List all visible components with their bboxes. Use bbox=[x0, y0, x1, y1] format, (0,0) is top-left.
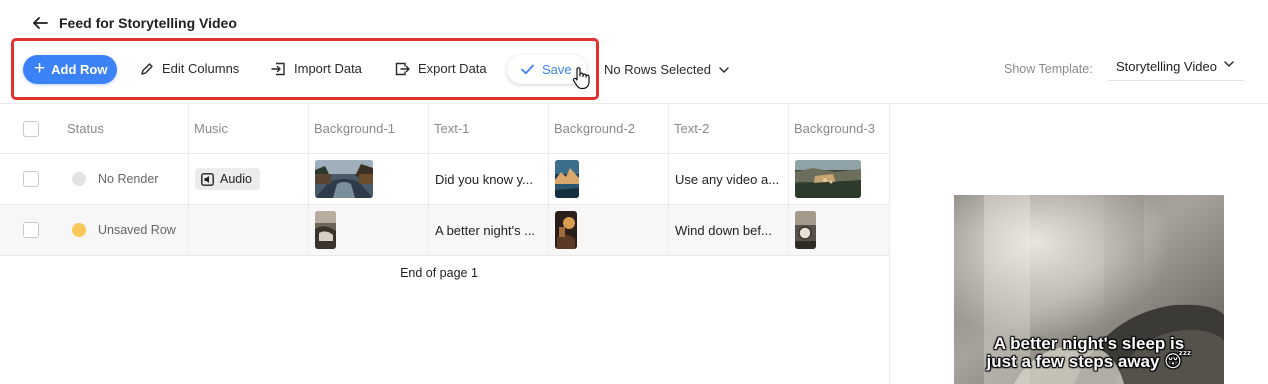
page-title: Feed for Storytelling Video bbox=[59, 15, 237, 31]
background-thumbnail bbox=[555, 211, 577, 249]
template-select[interactable]: Storytelling Video bbox=[1108, 53, 1244, 81]
row-select-cell bbox=[0, 205, 62, 255]
select-all-checkbox[interactable] bbox=[23, 120, 39, 137]
background-1-cell[interactable] bbox=[308, 205, 428, 255]
audio-chip[interactable]: Audio bbox=[195, 168, 260, 190]
text-2-cell[interactable]: Use any video a... bbox=[668, 154, 788, 204]
import-data-label: Import Data bbox=[294, 61, 362, 76]
rows-selected-label: No Rows Selected bbox=[604, 62, 711, 77]
preview-caption-line1: A better night's sleep is bbox=[993, 334, 1185, 353]
add-row-label: Add Row bbox=[51, 62, 108, 77]
edit-columns-label: Edit Columns bbox=[162, 61, 240, 76]
hand-cursor-icon bbox=[572, 67, 590, 90]
edit-columns-button[interactable]: Edit Columns bbox=[140, 61, 239, 76]
column-header-status[interactable]: Status bbox=[62, 104, 188, 154]
text-1-cell[interactable]: A better night's ... bbox=[428, 205, 548, 255]
rows-selected-dropdown[interactable]: No Rows Selected bbox=[604, 62, 729, 77]
audio-label: Audio bbox=[220, 172, 252, 186]
background-thumbnail bbox=[795, 160, 861, 198]
status-cell: No Render bbox=[62, 154, 188, 204]
background-3-cell[interactable] bbox=[788, 205, 890, 255]
row-select-cell bbox=[0, 154, 62, 204]
show-template-label: Show Template: bbox=[1004, 62, 1093, 76]
data-grid: Status Music Background-1 Text-1 Backgro… bbox=[0, 104, 890, 384]
background-thumbnail bbox=[315, 160, 373, 198]
table-row[interactable]: Unsaved Row A better night's ... Wind do… bbox=[0, 205, 890, 256]
background-1-cell[interactable] bbox=[308, 154, 428, 204]
column-header-music[interactable]: Music bbox=[188, 104, 308, 154]
status-cell: Unsaved Row bbox=[62, 205, 188, 255]
text-1-cell[interactable]: Did you know y... bbox=[428, 154, 548, 204]
page-header: Feed for Storytelling Video bbox=[0, 0, 1268, 46]
row-checkbox[interactable] bbox=[23, 171, 39, 187]
status-text: No Render bbox=[98, 172, 159, 186]
background-2-cell[interactable] bbox=[548, 205, 668, 255]
column-header-text-1[interactable]: Text-1 bbox=[428, 104, 548, 154]
music-cell[interactable] bbox=[188, 205, 308, 255]
column-header-background-3[interactable]: Background-3 bbox=[788, 104, 890, 154]
column-header-background-2[interactable]: Background-2 bbox=[548, 104, 668, 154]
export-icon bbox=[395, 62, 410, 75]
status-dot bbox=[72, 223, 86, 237]
save-label: Save bbox=[542, 62, 572, 77]
pencil-icon bbox=[141, 62, 153, 75]
back-arrow-icon[interactable] bbox=[31, 14, 49, 32]
check-icon bbox=[521, 64, 534, 75]
background-2-cell[interactable] bbox=[548, 154, 668, 204]
export-data-label: Export Data bbox=[418, 61, 487, 76]
preview-caption-line2: just a few steps away 😴 bbox=[986, 352, 1192, 371]
plus-icon: + bbox=[34, 58, 46, 79]
preview-caption: A better night's sleep is just a few ste… bbox=[954, 335, 1224, 371]
export-data-button[interactable]: Export Data bbox=[395, 61, 487, 76]
background-thumbnail bbox=[795, 211, 816, 249]
column-header-text-2[interactable]: Text-2 bbox=[668, 104, 788, 154]
status-dot bbox=[72, 172, 86, 186]
text-2-cell[interactable]: Wind down bef... bbox=[668, 205, 788, 255]
chevron-down-icon bbox=[1224, 61, 1234, 67]
audio-icon bbox=[201, 172, 214, 186]
background-3-cell[interactable] bbox=[788, 154, 890, 204]
status-text: Unsaved Row bbox=[98, 223, 176, 237]
template-select-value: Storytelling Video bbox=[1116, 59, 1217, 74]
music-cell[interactable]: Audio bbox=[188, 154, 308, 204]
end-of-page-text: End of page 1 bbox=[400, 266, 478, 280]
grid-right-border bbox=[889, 104, 890, 384]
table-row[interactable]: No Render Audio Did you know y... Use an… bbox=[0, 154, 890, 205]
import-data-button[interactable]: Import Data bbox=[271, 61, 362, 76]
background-thumbnail bbox=[315, 211, 336, 249]
header-select-all bbox=[0, 104, 62, 154]
chevron-down-icon bbox=[719, 66, 729, 73]
add-row-button[interactable]: + Add Row bbox=[23, 55, 117, 84]
import-icon bbox=[271, 62, 285, 75]
row-checkbox[interactable] bbox=[23, 222, 39, 238]
column-header-background-1[interactable]: Background-1 bbox=[308, 104, 428, 154]
background-thumbnail bbox=[555, 160, 579, 198]
video-preview[interactable]: A better night's sleep is just a few ste… bbox=[954, 195, 1224, 384]
